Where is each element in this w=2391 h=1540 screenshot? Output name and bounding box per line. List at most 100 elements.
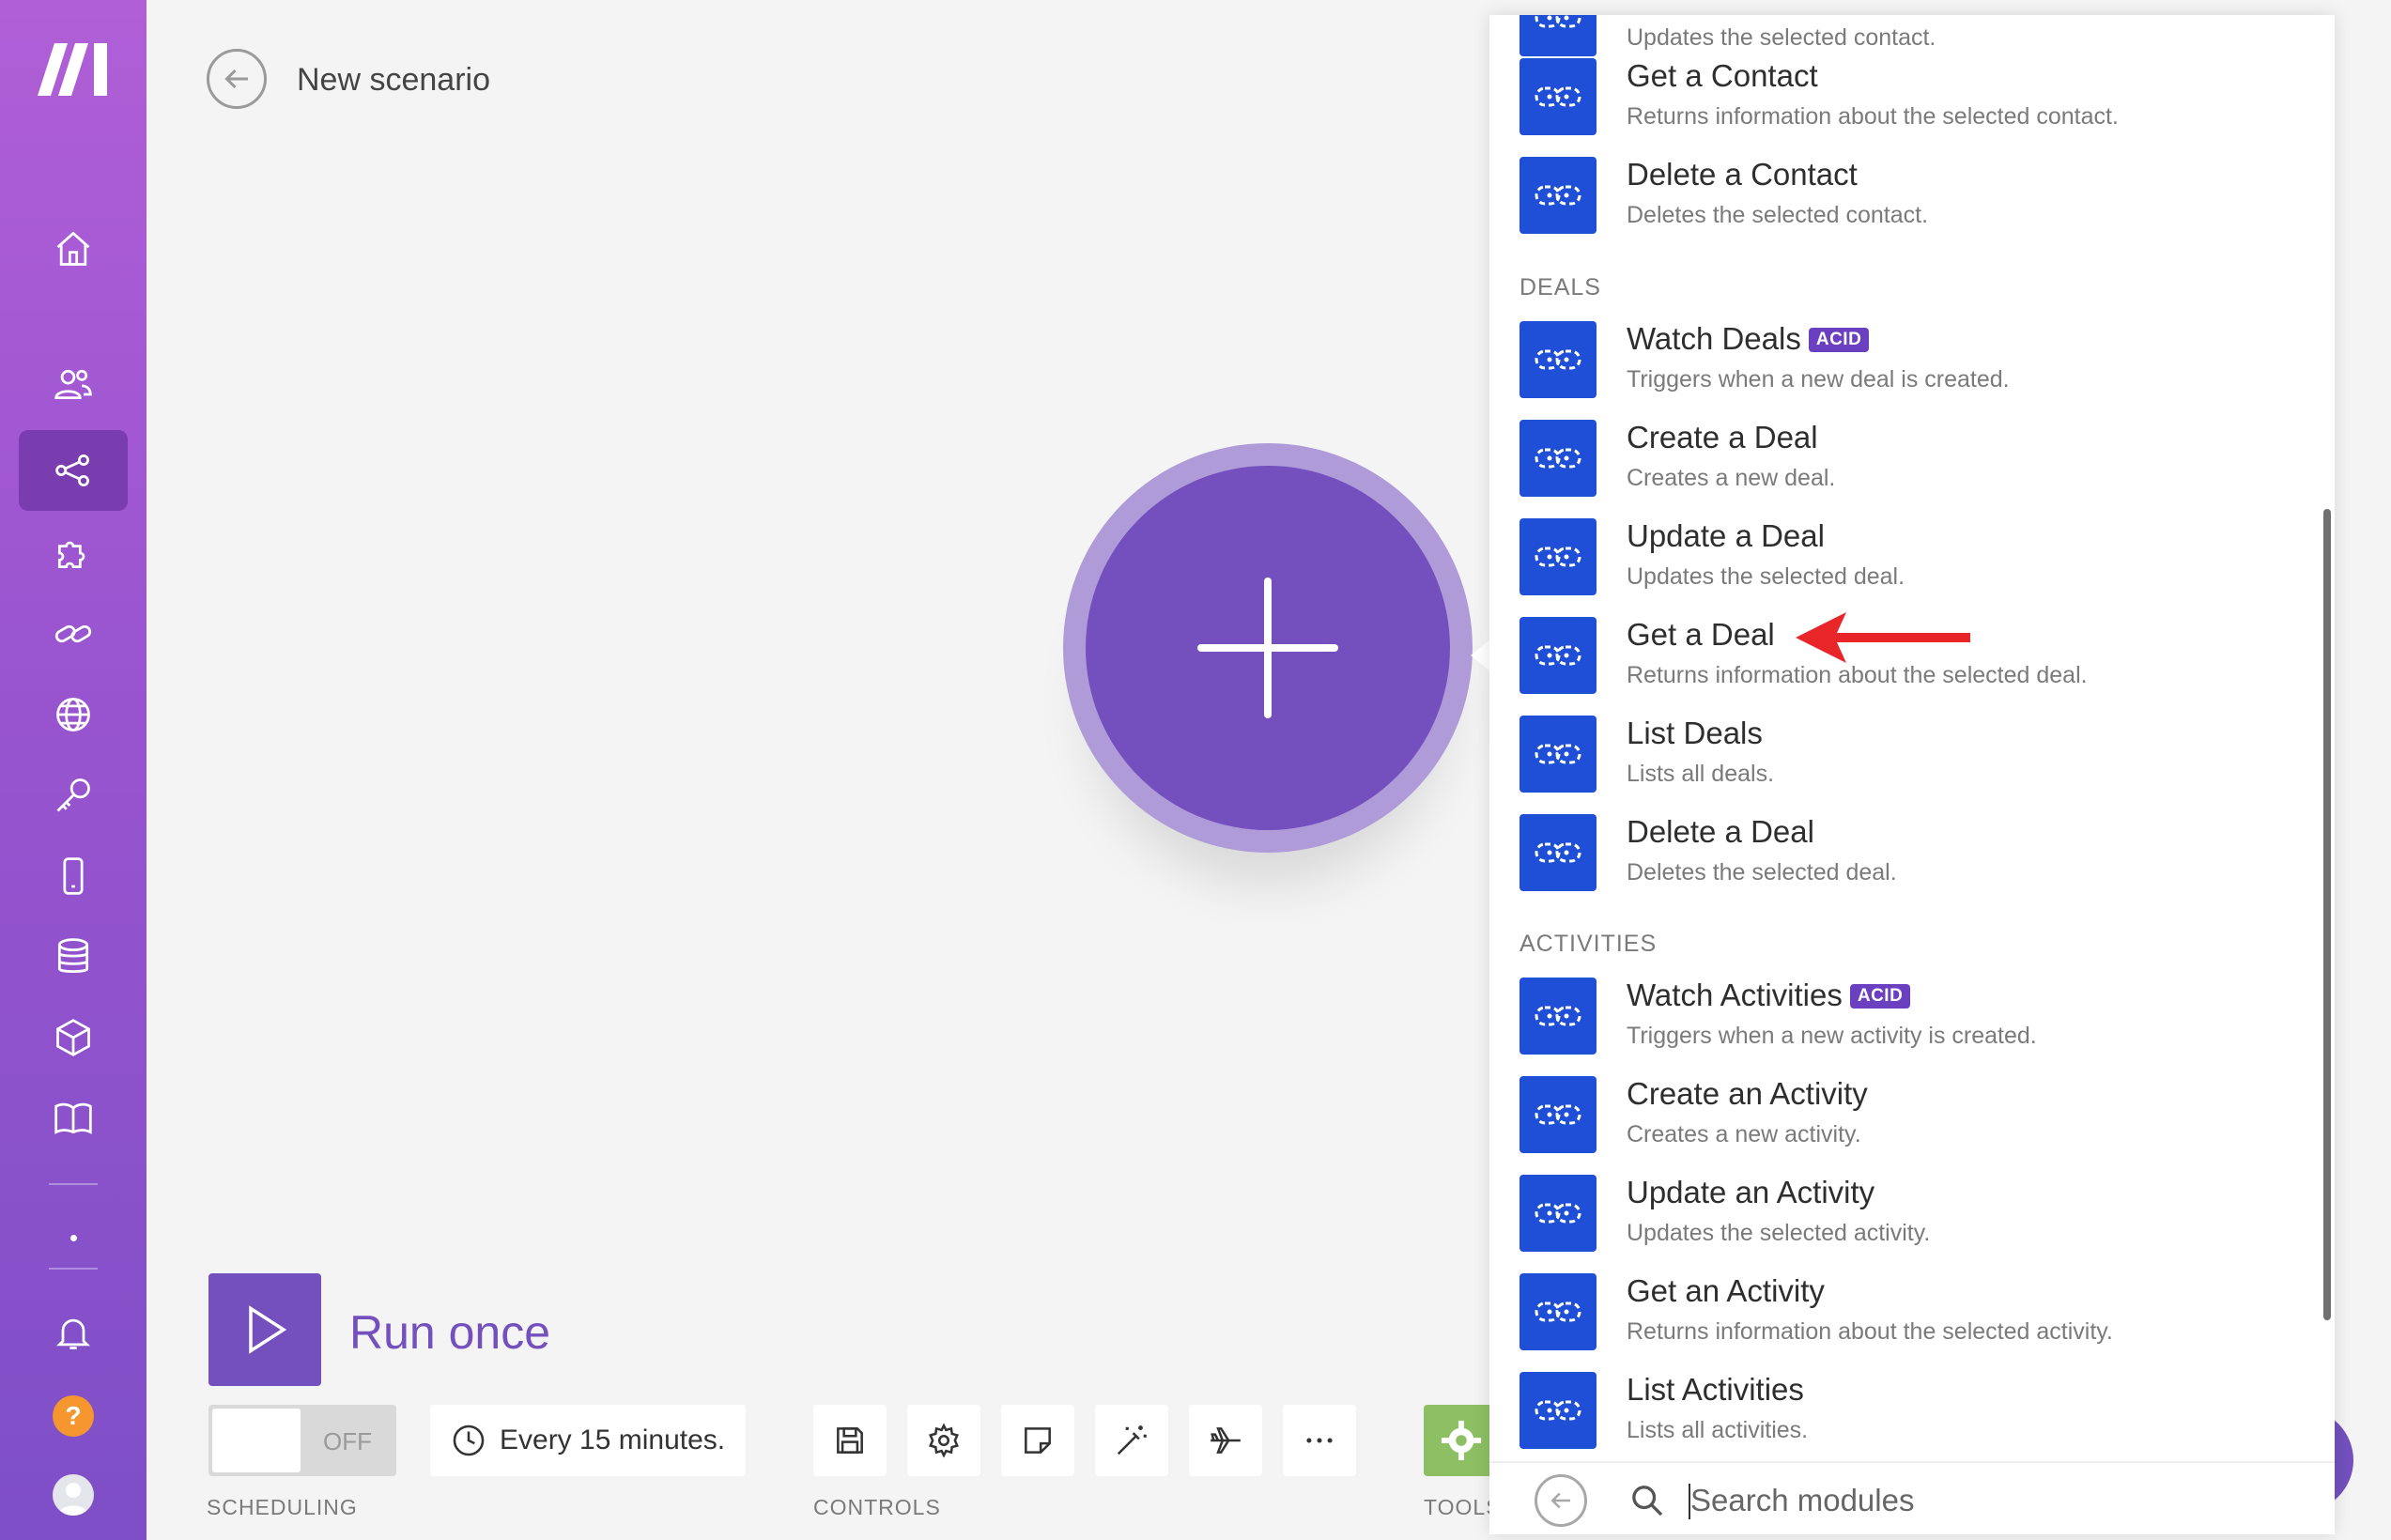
more-controls-button[interactable] bbox=[1283, 1405, 1356, 1476]
module-app-icon bbox=[1519, 1372, 1597, 1449]
app-link-glyph-icon bbox=[1535, 86, 1581, 107]
module-description: Returns information about the selected d… bbox=[1627, 662, 2088, 688]
module-description: Lists all activities. bbox=[1627, 1417, 1809, 1443]
arrow-left-icon bbox=[1550, 1492, 1570, 1509]
scenario-title[interactable]: New scenario bbox=[297, 62, 490, 99]
module-app-icon bbox=[1519, 58, 1597, 135]
module-description: Deletes the selected deal. bbox=[1627, 859, 1897, 886]
app-link-glyph-icon bbox=[1535, 185, 1581, 206]
add-module-button[interactable] bbox=[1063, 443, 1473, 853]
scenarios-icon[interactable] bbox=[19, 430, 128, 511]
tools-button[interactable] bbox=[1424, 1405, 1499, 1476]
app-link-glyph-icon bbox=[1535, 1006, 1581, 1026]
module-app-icon bbox=[1519, 321, 1597, 398]
module-delete-a-deal[interactable]: Delete a Deal Deletes the selected deal. bbox=[1519, 814, 2308, 912]
clock-icon bbox=[453, 1424, 485, 1456]
team-icon[interactable] bbox=[19, 344, 128, 424]
data-stores-icon[interactable] bbox=[19, 916, 128, 997]
app-link-glyph-icon bbox=[1535, 1104, 1581, 1125]
make-logo-icon[interactable] bbox=[38, 43, 109, 96]
auto-align-button[interactable] bbox=[1095, 1405, 1168, 1476]
run-once-label[interactable]: Run once bbox=[349, 1305, 550, 1360]
toggle-state-label: OFF bbox=[323, 1427, 372, 1455]
module-create-a-deal[interactable]: Create a Deal Creates a new deal. bbox=[1519, 420, 2308, 517]
module-app-icon bbox=[1519, 1273, 1597, 1350]
module-name: Create an Activity bbox=[1627, 1076, 1868, 1111]
search-back-button[interactable] bbox=[1535, 1474, 1587, 1527]
sidebar-dot bbox=[70, 1235, 77, 1241]
schedule-setting[interactable]: Every 15 minutes. bbox=[430, 1405, 746, 1476]
module-description: Returns information about the selected a… bbox=[1627, 1318, 2113, 1345]
toggle-knob bbox=[212, 1409, 301, 1472]
keys-icon[interactable] bbox=[19, 755, 128, 836]
add-module-inner[interactable] bbox=[1086, 466, 1450, 830]
run-once-button[interactable] bbox=[208, 1273, 321, 1386]
group-header-deals: DEALS bbox=[1519, 274, 1601, 300]
app-link-glyph-icon bbox=[1535, 1301, 1581, 1322]
module-name: List Activities bbox=[1627, 1372, 1804, 1407]
scheduling-toggle[interactable]: OFF bbox=[208, 1405, 396, 1476]
module-description: Creates a new activity. bbox=[1627, 1121, 1861, 1147]
module-app-icon bbox=[1519, 420, 1597, 497]
data-structures-icon[interactable] bbox=[19, 997, 128, 1078]
sidebar-divider bbox=[49, 1183, 98, 1185]
group-header-activities: ACTIVITIES bbox=[1519, 931, 1658, 957]
module-name: Get a Contact bbox=[1627, 58, 1818, 93]
module-app-icon bbox=[1519, 518, 1597, 595]
search-input[interactable] bbox=[1690, 1474, 2291, 1527]
avatar[interactable] bbox=[53, 1474, 94, 1516]
module-name: Delete a Contact bbox=[1627, 157, 1858, 192]
more-icon bbox=[1306, 1438, 1333, 1443]
module-name: Get an Activity bbox=[1627, 1273, 1825, 1308]
apps-icon[interactable] bbox=[19, 513, 128, 593]
scheduling-section-label: SCHEDULING bbox=[207, 1495, 358, 1519]
home-icon[interactable] bbox=[19, 208, 128, 289]
module-description: Deletes the selected contact. bbox=[1627, 202, 1929, 228]
module-update-an-activity[interactable]: Update an Activity Updates the selected … bbox=[1519, 1175, 2308, 1272]
module-get-an-activity[interactable]: Get an Activity Returns information abou… bbox=[1519, 1273, 2308, 1371]
module-app-icon bbox=[1519, 157, 1597, 234]
panel-scrollbar[interactable] bbox=[2323, 509, 2331, 1320]
notifications-icon[interactable] bbox=[19, 1292, 128, 1373]
annotation-arrow bbox=[1796, 612, 1970, 663]
arrow-left-icon bbox=[224, 69, 248, 89]
module-watch-activities[interactable]: Watch Activities ACID Triggers when a new… bbox=[1519, 978, 2308, 1075]
help-icon[interactable]: ? bbox=[53, 1395, 94, 1437]
app-link-glyph-icon bbox=[1535, 842, 1581, 863]
app-link-glyph-icon bbox=[1535, 1203, 1581, 1224]
app-link-glyph-icon bbox=[1535, 645, 1581, 666]
module-list-deals[interactable]: List Deals Lists all deals. bbox=[1519, 716, 2308, 813]
module-create-an-activity[interactable]: Create an Activity Creates a new activit… bbox=[1519, 1076, 2308, 1174]
connections-icon[interactable] bbox=[19, 593, 128, 674]
text-caret bbox=[1689, 1484, 1690, 1519]
module-app-icon bbox=[1519, 1076, 1597, 1153]
acid-badge: ACID bbox=[1808, 328, 1870, 352]
gear-icon bbox=[929, 1423, 959, 1458]
module-app-icon bbox=[1519, 716, 1597, 793]
gear-icon bbox=[1441, 1420, 1482, 1461]
module-delete-a-contact[interactable]: Delete a Contact Deletes the selected co… bbox=[1519, 157, 2308, 254]
app-link-glyph-icon bbox=[1535, 349, 1581, 370]
webhooks-icon[interactable] bbox=[19, 674, 128, 755]
module-app-icon bbox=[1519, 617, 1597, 694]
module-name: Update an Activity bbox=[1627, 1175, 1875, 1209]
notes-button[interactable] bbox=[1001, 1405, 1074, 1476]
settings-button[interactable] bbox=[907, 1405, 980, 1476]
devices-icon[interactable] bbox=[19, 836, 128, 916]
module-list-activities[interactable]: List Activities Lists all activities. bbox=[1519, 1372, 2308, 1461]
flow-control-button[interactable] bbox=[1189, 1405, 1262, 1476]
module-description: Lists all deals. bbox=[1627, 761, 1775, 787]
module-update-a-deal[interactable]: Update a Deal Updates the selected deal. bbox=[1519, 518, 2308, 616]
save-button[interactable] bbox=[813, 1405, 887, 1476]
module-name: Get a Deal bbox=[1627, 617, 1775, 652]
docs-icon[interactable] bbox=[19, 1078, 128, 1159]
module-watch-deals[interactable]: Watch Deals ACID Triggers when a new deal… bbox=[1519, 321, 2308, 419]
app-link-glyph-icon bbox=[1535, 448, 1581, 469]
controls-section-label: CONTROLS bbox=[813, 1495, 941, 1519]
search-icon bbox=[1632, 1486, 1663, 1517]
back-button[interactable] bbox=[207, 49, 267, 109]
module-description: Updates the selected deal. bbox=[1627, 563, 1905, 590]
module-name: Create a Deal bbox=[1627, 420, 1818, 454]
module-app-icon bbox=[1519, 1175, 1597, 1252]
module-get-a-contact[interactable]: Get a Contact Returns information about … bbox=[1519, 58, 2308, 156]
